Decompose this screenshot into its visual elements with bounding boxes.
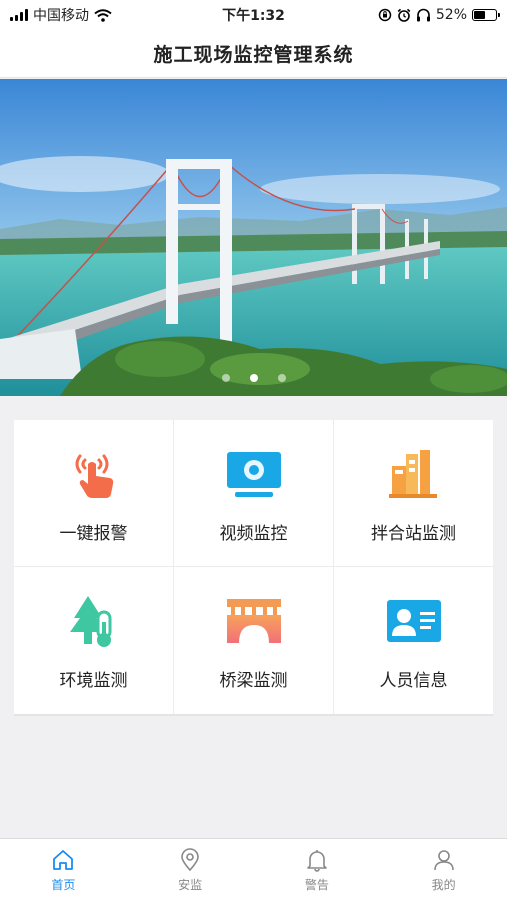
- menu-item-environment[interactable]: 环境监测: [14, 567, 174, 714]
- tab-label: 我的: [431, 877, 456, 892]
- menu-item-label: 一键报警: [59, 523, 128, 544]
- menu-item-label: 环境监测: [59, 671, 128, 691]
- bridge-banner-image: [0, 79, 507, 396]
- menu-item-label: 视频监控: [219, 523, 288, 544]
- status-time: 下午1:32: [222, 8, 285, 24]
- status-right: 52%: [327, 7, 500, 23]
- carousel-dot[interactable]: [221, 374, 230, 382]
- carousel-dot-active[interactable]: [249, 374, 258, 382]
- menu-item-label: 桥梁监测: [219, 671, 288, 691]
- menu-item-video[interactable]: 视频监控: [174, 420, 334, 567]
- bottom-tab-bar: 首页 安监 警告 我的: [0, 838, 507, 900]
- bell-icon: [304, 847, 330, 873]
- page-title: 施工现场监控管理系统: [153, 44, 354, 66]
- video-camera-icon: [223, 443, 285, 505]
- menu-item-bridge[interactable]: 桥梁监测: [174, 567, 334, 714]
- user-icon: [431, 847, 457, 873]
- signal-icon: [10, 9, 28, 21]
- tab-label: 首页: [51, 877, 76, 892]
- tab-profile[interactable]: 我的: [380, 839, 507, 900]
- menu-item-mixing-station[interactable]: 拌合站监测: [334, 420, 493, 567]
- home-icon: [50, 847, 76, 873]
- alarm-hand-icon: [63, 443, 125, 505]
- environment-thermometer-icon: [63, 590, 125, 652]
- tab-alerts[interactable]: 警告: [254, 839, 381, 900]
- orientation-lock-icon: [378, 8, 392, 22]
- carousel-dots: [0, 374, 507, 382]
- banner-carousel[interactable]: [0, 79, 507, 396]
- menu-item-alarm[interactable]: 一键报警: [14, 420, 174, 567]
- status-left: 中国移动: [10, 5, 180, 25]
- tab-home[interactable]: 首页: [0, 839, 127, 900]
- tab-label: 安监: [178, 877, 203, 892]
- bridge-icon: [223, 590, 285, 652]
- nav-header: 施工现场监控管理系统: [0, 30, 507, 78]
- wifi-icon: [94, 8, 112, 22]
- id-card-icon: [383, 590, 445, 652]
- tab-label: 警告: [304, 877, 329, 892]
- function-grid: 一键报警 视频监控 拌合站监测 环境监测 桥梁监测 人员信息: [14, 420, 493, 716]
- mixing-station-icon: [383, 443, 445, 505]
- tab-safety[interactable]: 安监: [127, 839, 254, 900]
- menu-item-label: 人员信息: [379, 671, 448, 691]
- carrier-name: 中国移动: [33, 8, 89, 24]
- headphones-icon: [416, 8, 430, 22]
- alarm-clock-icon: [397, 8, 411, 22]
- status-bar: 中国移动 下午1:32 52%: [0, 0, 507, 30]
- battery-percent: 52%: [435, 7, 467, 23]
- carousel-dot[interactable]: [277, 374, 286, 382]
- location-pin-icon: [177, 847, 203, 873]
- battery-icon: [472, 9, 500, 21]
- menu-item-personnel[interactable]: 人员信息: [334, 567, 493, 714]
- menu-item-label: 拌合站监测: [371, 523, 456, 544]
